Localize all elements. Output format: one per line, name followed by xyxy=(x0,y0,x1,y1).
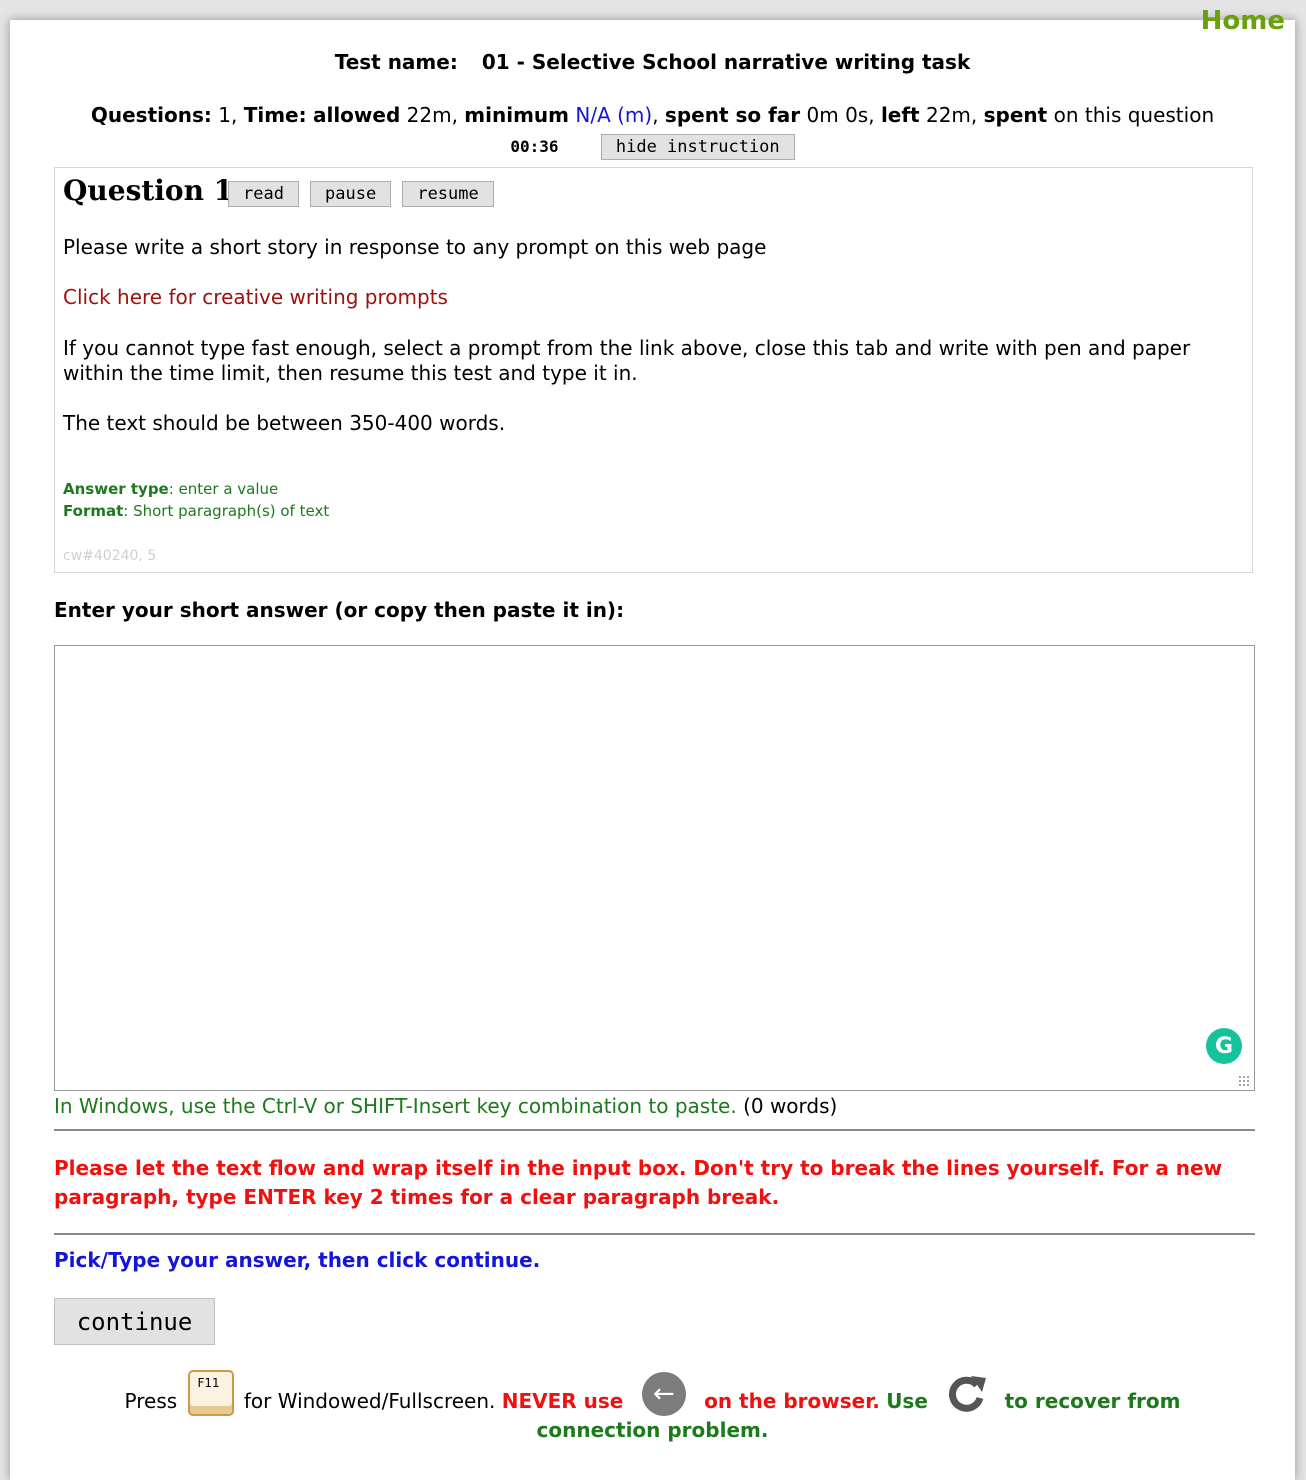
question-timer: 00:36 xyxy=(510,137,559,156)
question-instruction: Please write a short story in response t… xyxy=(63,235,767,259)
question-word-limit: The text should be between 350-400 words… xyxy=(63,411,506,435)
question-pen-paper-note: If you cannot type fast enough, select a… xyxy=(63,336,1191,385)
footer-fullscreen: for Windowed/Fullscreen. xyxy=(243,1389,496,1413)
reload-icon xyxy=(944,1372,988,1416)
answer-textarea[interactable] xyxy=(54,645,1255,1091)
creative-writing-prompts-link[interactable]: Click here for creative writing prompts xyxy=(63,285,448,309)
questions-value: 1 xyxy=(218,103,231,127)
footer-use: Use xyxy=(886,1389,928,1413)
spent-value: 0m 0s xyxy=(806,103,869,127)
left-label: left xyxy=(880,103,920,127)
footer-on-browser: on the browser. xyxy=(704,1389,880,1413)
read-button[interactable]: read xyxy=(228,181,299,207)
answer-label: Enter your short answer (or copy then pa… xyxy=(54,598,625,622)
spent-on-suffix: on this question xyxy=(1053,103,1215,127)
page: Home Test name: 01 - Selective School nar… xyxy=(10,6,1295,1480)
answer-meta: Answer type: enter a value Format: Short… xyxy=(63,478,329,522)
test-title: Test name: 01 - Selective School narrativ… xyxy=(10,50,1295,74)
question-id: cw#40240, 5 xyxy=(63,548,157,564)
paste-hint: In Windows, use the Ctrl-V or SHIFT-Inse… xyxy=(54,1094,837,1118)
line-break-warning: Please let the text flow and wrap itself… xyxy=(54,1156,1223,1209)
footer-press: Press xyxy=(124,1389,178,1413)
minimum-value: N/A (m) xyxy=(575,103,653,127)
footer-never-use: NEVER use xyxy=(501,1389,624,1413)
home-link[interactable]: Home xyxy=(1201,6,1285,36)
test-name-value: 01 - Selective School narrative writing … xyxy=(481,50,971,74)
continue-button[interactable]: continue xyxy=(54,1298,215,1345)
resume-button[interactable]: resume xyxy=(402,181,494,207)
spent-label: spent so far xyxy=(664,103,801,127)
allowed-value: 22m xyxy=(406,103,452,127)
minimum-label: minimum xyxy=(464,103,570,127)
hide-instruction-button[interactable]: hide instruction xyxy=(600,134,795,160)
questions-label: Questions: xyxy=(90,103,212,127)
pause-button[interactable]: pause xyxy=(310,181,392,207)
grammarly-icon[interactable]: G xyxy=(1206,1028,1242,1064)
footer-instructions: Press F11 for Windowed/Fullscreen. NEVER… xyxy=(70,1370,1235,1445)
word-count: (0 words) xyxy=(743,1094,838,1118)
left-value: 22m xyxy=(925,103,971,127)
f11-key-icon: F11 xyxy=(187,1370,234,1416)
question-panel: Question 1 read pause resume Please writ… xyxy=(54,167,1253,573)
test-name-label: Test name: xyxy=(334,50,458,74)
divider xyxy=(54,1233,1255,1235)
format-value: : Short paragraph(s) of text xyxy=(123,502,330,520)
question-title: Question 1 xyxy=(63,174,234,207)
back-arrow-icon: ← xyxy=(641,1372,686,1416)
resize-handle[interactable] xyxy=(1238,1075,1250,1087)
test-info: Questions: 1, Time: allowed 22m, minimum… xyxy=(80,100,1225,162)
time-label: Time: xyxy=(243,103,307,127)
allowed-label: allowed xyxy=(312,103,401,127)
pick-instruction: Pick/Type your answer, then click contin… xyxy=(54,1248,541,1272)
answer-type-label: Answer type xyxy=(63,480,169,498)
paste-hint-text: In Windows, use the Ctrl-V or SHIFT-Inse… xyxy=(54,1094,737,1118)
spent-on-label: spent xyxy=(983,103,1048,127)
answer-type-value: : enter a value xyxy=(168,480,279,498)
divider xyxy=(54,1129,1255,1131)
question-audio-controls: read pause resume xyxy=(228,181,500,207)
format-label: Format xyxy=(63,502,124,520)
